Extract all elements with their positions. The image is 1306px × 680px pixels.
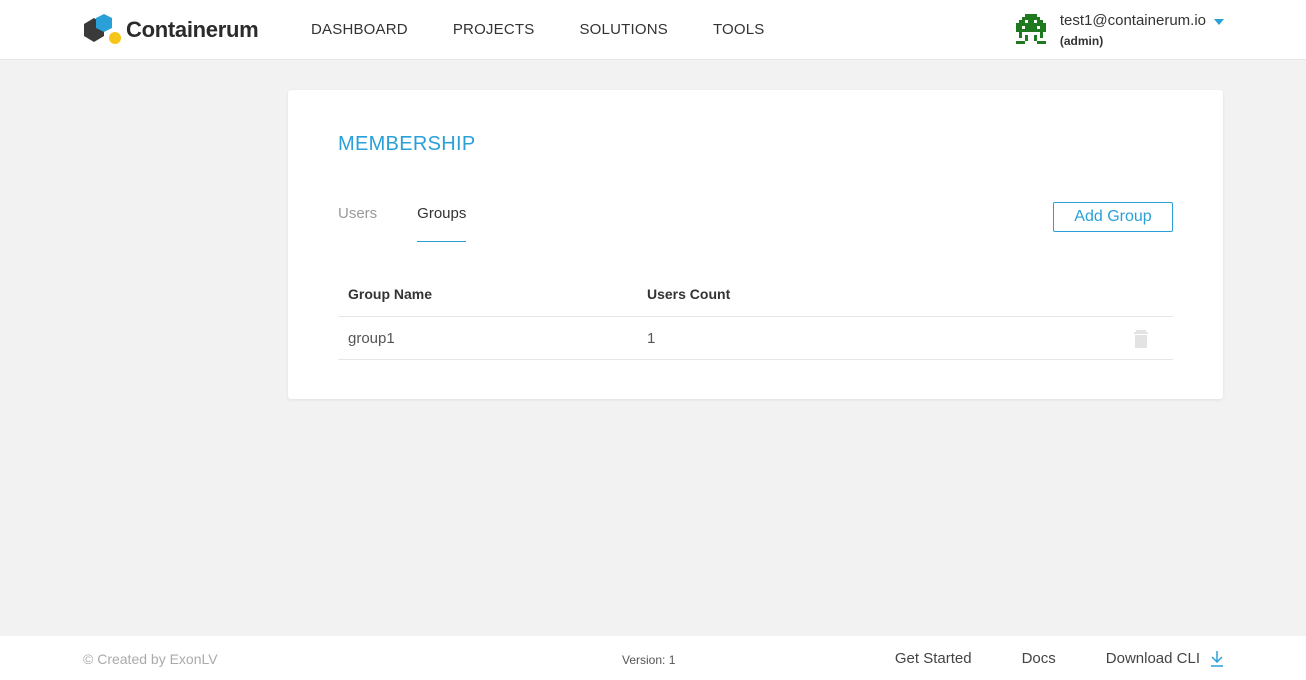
- groups-table: Group Name Users Count group1 1: [338, 272, 1173, 360]
- top-header: Containerum DASHBOARD PROJECTS SOLUTIONS…: [0, 0, 1306, 60]
- tab-users[interactable]: Users: [338, 205, 377, 242]
- user-info: test1@containerum.io (admin): [1060, 12, 1206, 49]
- containerum-logo-icon: [84, 14, 121, 44]
- copyright-text: © Created by ExonLV: [83, 651, 218, 667]
- column-header-group-name[interactable]: Group Name: [338, 286, 647, 302]
- nav-tools[interactable]: TOOLS: [713, 21, 765, 38]
- trash-icon[interactable]: [1133, 330, 1149, 348]
- nav-projects[interactable]: PROJECTS: [453, 21, 535, 38]
- table-row[interactable]: group1 1: [338, 317, 1173, 360]
- membership-card: MEMBERSHIP Users Groups Add Group Group …: [288, 90, 1223, 399]
- tab-groups[interactable]: Groups: [417, 205, 467, 242]
- pixel-invader-avatar-icon: [1015, 14, 1046, 44]
- brand-logo[interactable]: Containerum: [82, 14, 259, 46]
- download-cli-link[interactable]: Download CLI: [1106, 650, 1200, 667]
- brand-name: Containerum: [126, 17, 259, 42]
- version-text: Version: 1: [622, 653, 676, 667]
- nav-dashboard[interactable]: DASHBOARD: [311, 21, 408, 38]
- main-nav: DASHBOARD PROJECTS SOLUTIONS TOOLS: [311, 0, 810, 58]
- user-role: (admin): [1059, 34, 1104, 48]
- footer-links: Get Started Docs Download CLI: [895, 650, 1224, 667]
- users-count-cell: 1: [647, 329, 656, 347]
- add-group-button[interactable]: Add Group: [1053, 202, 1173, 232]
- caret-down-icon[interactable]: [1214, 19, 1224, 25]
- group-name-cell: group1: [348, 329, 395, 347]
- user-menu[interactable]: test1@containerum.io (admin): [1015, 12, 1224, 49]
- page-footer: © Created by ExonLV Version: 1 Get Start…: [0, 636, 1306, 680]
- get-started-link[interactable]: Get Started: [895, 650, 972, 667]
- page-title: MEMBERSHIP: [338, 133, 476, 155]
- user-email: test1@containerum.io: [1059, 12, 1206, 29]
- column-header-users-count[interactable]: Users Count: [647, 286, 1047, 302]
- membership-tabs: Users Groups: [338, 205, 506, 243]
- docs-link[interactable]: Docs: [1022, 650, 1056, 667]
- table-header: Group Name Users Count: [338, 272, 1173, 317]
- nav-solutions[interactable]: SOLUTIONS: [579, 21, 667, 38]
- download-icon[interactable]: [1210, 650, 1224, 667]
